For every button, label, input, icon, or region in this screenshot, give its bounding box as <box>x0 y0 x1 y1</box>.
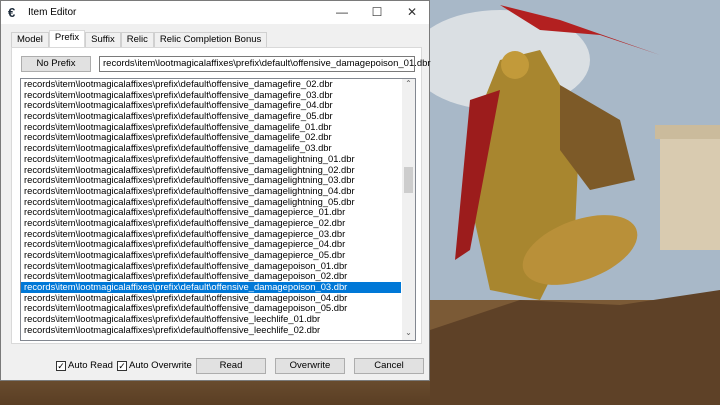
auto-read-label: Auto Read <box>68 360 113 371</box>
checkmark-icon: ✓ <box>117 360 127 371</box>
scroll-down-icon[interactable]: ⌄ <box>402 328 415 340</box>
tab-prefix[interactable]: Prefix <box>48 30 86 47</box>
item-editor-window: € Item Editor — ☐ ✕ Model Prefix Suffix … <box>0 0 431 381</box>
auto-read-checkbox[interactable]: ✓ Auto Read <box>56 360 113 371</box>
scrollbar-thumb[interactable] <box>404 167 413 193</box>
window-title: Item Editor <box>28 7 77 18</box>
list-item[interactable]: records\item\lootmagicalaffixes\prefix\d… <box>21 324 401 336</box>
selected-path-field[interactable]: records\item\lootmagicalaffixes\prefix\d… <box>99 56 431 72</box>
tab-relic-completion-bonus[interactable]: Relic Completion Bonus <box>153 32 268 47</box>
maximize-button[interactable]: ☐ <box>360 1 394 24</box>
tab-model[interactable]: Model <box>11 32 49 47</box>
cancel-button[interactable]: Cancel <box>354 358 424 374</box>
tab-bar: Model Prefix Suffix Relic Relic Completi… <box>11 30 268 47</box>
read-button[interactable]: Read <box>196 358 266 374</box>
prefix-panel: No Prefix records\item\lootmagicalaffixe… <box>11 47 431 344</box>
auto-overwrite-checkbox[interactable]: ✓ Auto Overwrite <box>117 360 192 371</box>
close-button[interactable]: ✕ <box>395 1 429 24</box>
list-item[interactable]: records\item\lootmagicalaffixes\prefix\d… <box>21 153 401 165</box>
auto-overwrite-label: Auto Overwrite <box>129 360 192 371</box>
no-prefix-button[interactable]: No Prefix <box>21 56 91 72</box>
tab-suffix[interactable]: Suffix <box>85 32 121 47</box>
minimize-button[interactable]: — <box>325 1 359 24</box>
overwrite-button[interactable]: Overwrite <box>275 358 345 374</box>
list-scrollbar[interactable]: ⌃ ⌄ <box>402 79 415 340</box>
scroll-up-icon[interactable]: ⌃ <box>402 79 415 91</box>
prefix-list[interactable]: records\item\lootmagicalaffixes\prefix\d… <box>20 78 416 341</box>
title-bar: € Item Editor — ☐ ✕ <box>1 1 429 24</box>
app-icon: € <box>8 4 16 20</box>
list-item[interactable]: records\item\lootmagicalaffixes\prefix\d… <box>21 185 401 197</box>
checkmark-icon: ✓ <box>56 360 66 371</box>
tab-relic[interactable]: Relic <box>120 32 154 47</box>
